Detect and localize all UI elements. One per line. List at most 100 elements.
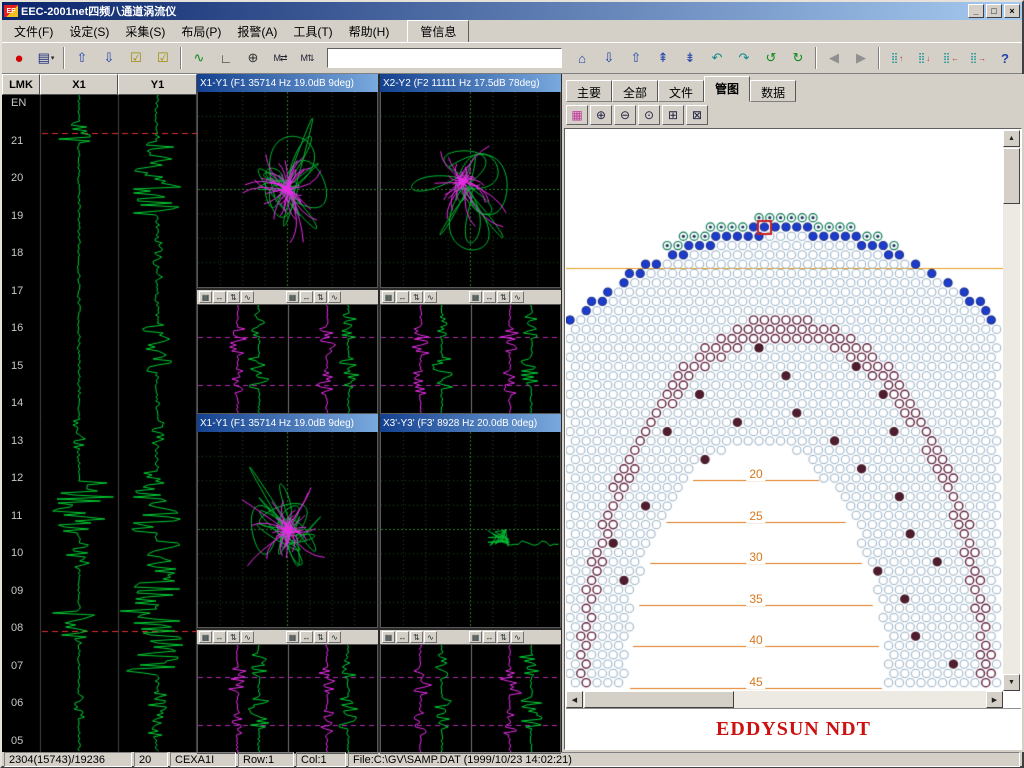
tube-right-button[interactable]: ⣿→ bbox=[965, 46, 991, 70]
mini-wave-button[interactable]: ∿ bbox=[511, 291, 524, 303]
mix-vertical-button[interactable]: M⇅ bbox=[294, 46, 320, 70]
jump-down-button[interactable]: ⇩ bbox=[596, 46, 622, 70]
redo-button[interactable]: ↷ bbox=[731, 46, 757, 70]
mini-vscale-button[interactable]: ⇅ bbox=[410, 291, 423, 303]
mini-wave-button[interactable]: ∿ bbox=[328, 631, 341, 643]
mini-grid-button[interactable]: ▦ bbox=[469, 291, 482, 303]
tube-map-canvas[interactable] bbox=[566, 130, 1003, 691]
lissajous-canvas[interactable] bbox=[380, 92, 561, 288]
move-up-button[interactable]: ⇧ bbox=[69, 46, 95, 70]
mini-hscale-button[interactable]: ↔ bbox=[213, 291, 226, 303]
close-button[interactable]: × bbox=[1004, 4, 1020, 18]
strip-mini-canvas[interactable] bbox=[197, 304, 378, 414]
tube-up-button[interactable]: ⣿↑ bbox=[884, 46, 910, 70]
mini-grid-button[interactable]: ▦ bbox=[199, 291, 212, 303]
mini-hscale-button[interactable]: ↔ bbox=[300, 291, 313, 303]
mini-grid-button[interactable]: ▦ bbox=[382, 291, 395, 303]
mini-wave-button[interactable]: ∿ bbox=[241, 631, 254, 643]
mini-wave-button[interactable]: ∿ bbox=[424, 631, 437, 643]
mini-vscale-button[interactable]: ⇅ bbox=[227, 631, 240, 643]
column-header-x1[interactable]: X1 bbox=[40, 74, 118, 95]
mix-horizontal-button[interactable]: M⇄ bbox=[267, 46, 293, 70]
mini-hscale-button[interactable]: ↔ bbox=[483, 291, 496, 303]
mini-wave-button[interactable]: ∿ bbox=[241, 291, 254, 303]
column-header-y1[interactable]: Y1 bbox=[118, 74, 197, 95]
tube-info-button[interactable]: 管信息 bbox=[407, 20, 469, 43]
menu-acquire[interactable]: 采集(S) bbox=[117, 21, 173, 42]
mini-hscale-button[interactable]: ↔ bbox=[483, 631, 496, 643]
move-down-button[interactable]: ⇩ bbox=[96, 46, 122, 70]
lissajous-canvas[interactable] bbox=[197, 432, 378, 628]
page-down-button[interactable]: ⇟ bbox=[677, 46, 703, 70]
mini-wave-button[interactable]: ∿ bbox=[328, 291, 341, 303]
zoom-in-button[interactable]: ⊕ bbox=[590, 105, 612, 125]
mini-grid-button[interactable]: ▦ bbox=[286, 631, 299, 643]
menu-tools[interactable]: 工具(T) bbox=[285, 21, 340, 42]
tube-entry-input[interactable] bbox=[327, 48, 562, 68]
title-bar[interactable]: EF EEC-2001net四频八通道涡流仪 _ □ × bbox=[2, 2, 1022, 20]
tube-down-button[interactable]: ⣿↓ bbox=[911, 46, 937, 70]
mini-hscale-button[interactable]: ↔ bbox=[396, 631, 409, 643]
mini-grid-button[interactable]: ▦ bbox=[199, 631, 212, 643]
mini-hscale-button[interactable]: ↔ bbox=[213, 631, 226, 643]
record-button[interactable]: ● bbox=[6, 46, 32, 70]
menu-help[interactable]: 帮助(H) bbox=[341, 21, 398, 42]
rotate-right-button[interactable]: ↻ bbox=[785, 46, 811, 70]
axes-button[interactable]: ∟ bbox=[213, 46, 239, 70]
mini-grid-button[interactable]: ▦ bbox=[286, 291, 299, 303]
tab-data[interactable]: 数据 bbox=[750, 80, 796, 102]
tab-tubemap[interactable]: 管图 bbox=[704, 76, 750, 102]
save-button[interactable]: ▤▾ bbox=[33, 46, 59, 70]
mini-vscale-button[interactable]: ⇅ bbox=[410, 631, 423, 643]
checklist-b-button[interactable]: ☑ bbox=[150, 46, 176, 70]
maximize-button[interactable]: □ bbox=[986, 4, 1002, 18]
map-horizontal-scrollbar[interactable]: ◀ ▶ bbox=[566, 691, 1003, 708]
menu-file[interactable]: 文件(F) bbox=[6, 21, 61, 42]
vertical-scrollbar-thumb[interactable] bbox=[1003, 148, 1020, 204]
tab-file[interactable]: 文件 bbox=[658, 80, 704, 102]
column-header-lmk[interactable]: LMK bbox=[2, 74, 40, 95]
strip-mini-canvas[interactable] bbox=[197, 644, 378, 754]
mini-wave-button[interactable]: ∿ bbox=[424, 291, 437, 303]
mini-vscale-button[interactable]: ⇅ bbox=[314, 631, 327, 643]
mini-vscale-button[interactable]: ⇅ bbox=[497, 291, 510, 303]
tube-map-view[interactable]: 20 25 30 35 40 45 bbox=[566, 130, 1003, 691]
strip-mini-canvas[interactable] bbox=[380, 304, 561, 414]
menu-layout[interactable]: 布局(P) bbox=[173, 21, 229, 42]
mini-grid-button[interactable]: ▦ bbox=[382, 631, 395, 643]
zoom-actual-button[interactable]: ⊙ bbox=[638, 105, 660, 125]
select-tool-button[interactable]: ▦ bbox=[566, 105, 588, 125]
tube-left-button[interactable]: ⣿← bbox=[938, 46, 964, 70]
map-vertical-scrollbar[interactable]: ▲ ▼ bbox=[1003, 130, 1020, 691]
scroll-down-button[interactable]: ▼ bbox=[1003, 674, 1020, 691]
zoom-fit-button[interactable]: ⊞ bbox=[662, 105, 684, 125]
tab-main[interactable]: 主要 bbox=[566, 80, 612, 102]
menu-settings[interactable]: 设定(S) bbox=[61, 21, 117, 42]
page-up-button[interactable]: ⇞ bbox=[650, 46, 676, 70]
prev-button[interactable]: ◀ bbox=[821, 46, 847, 70]
tab-all[interactable]: 全部 bbox=[612, 80, 658, 102]
jump-up-button[interactable]: ⇧ bbox=[623, 46, 649, 70]
strip-mini-canvas[interactable] bbox=[380, 644, 561, 754]
horizontal-scrollbar-thumb[interactable] bbox=[584, 691, 734, 708]
waveform-button[interactable]: ∿ bbox=[186, 46, 212, 70]
mini-hscale-button[interactable]: ↔ bbox=[300, 631, 313, 643]
menu-alarm[interactable]: 报警(A) bbox=[229, 21, 285, 42]
strip-chart-canvas[interactable] bbox=[2, 95, 197, 752]
home-button[interactable]: ⌂ bbox=[569, 46, 595, 70]
next-button[interactable]: ▶ bbox=[848, 46, 874, 70]
zoom-out-button[interactable]: ⊖ bbox=[614, 105, 636, 125]
checklist-a-button[interactable]: ☑ bbox=[123, 46, 149, 70]
balance-button[interactable]: ⊕ bbox=[240, 46, 266, 70]
zoom-region-button[interactable]: ⊠ bbox=[686, 105, 708, 125]
mini-vscale-button[interactable]: ⇅ bbox=[227, 291, 240, 303]
mini-grid-button[interactable]: ▦ bbox=[469, 631, 482, 643]
scroll-left-button[interactable]: ◀ bbox=[566, 691, 583, 708]
mini-vscale-button[interactable]: ⇅ bbox=[497, 631, 510, 643]
rotate-left-button[interactable]: ↺ bbox=[758, 46, 784, 70]
help-button[interactable]: ? bbox=[992, 46, 1018, 70]
lissajous-canvas[interactable] bbox=[380, 432, 561, 628]
mini-vscale-button[interactable]: ⇅ bbox=[314, 291, 327, 303]
minimize-button[interactable]: _ bbox=[968, 4, 984, 18]
undo-button[interactable]: ↶ bbox=[704, 46, 730, 70]
